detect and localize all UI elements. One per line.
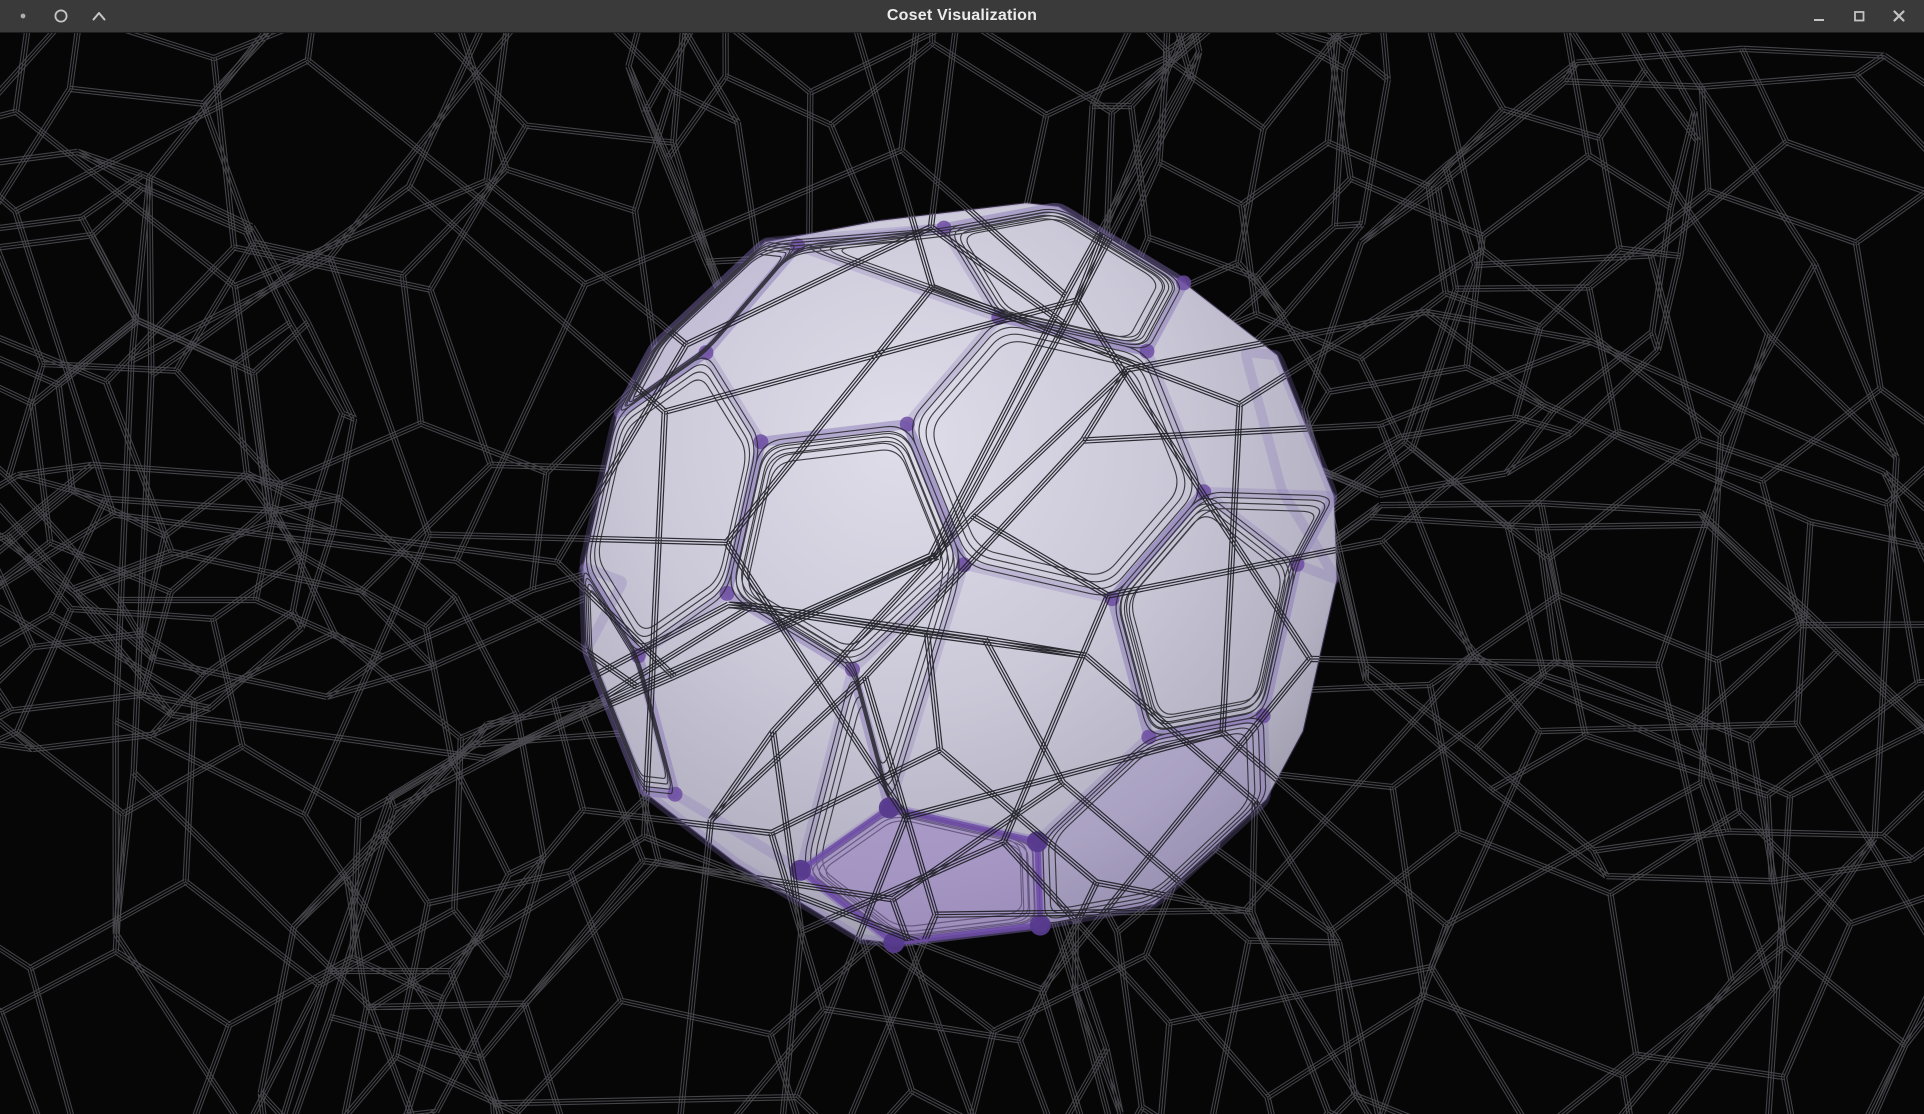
titlebar-left-icons	[0, 7, 108, 25]
window-controls	[1810, 7, 1924, 25]
circle-icon[interactable]	[52, 7, 70, 25]
close-button[interactable]	[1890, 7, 1908, 25]
scene-canvas[interactable]	[0, 33, 1924, 1114]
dot-icon[interactable]	[14, 7, 32, 25]
minimize-button[interactable]	[1810, 7, 1828, 25]
maximize-button[interactable]	[1850, 7, 1868, 25]
app-window: Coset Visualization	[0, 0, 1924, 1114]
titlebar[interactable]: Coset Visualization	[0, 0, 1924, 33]
viewport	[0, 33, 1924, 1114]
chevron-up-icon[interactable]	[90, 7, 108, 25]
window-title: Coset Visualization	[0, 0, 1924, 32]
